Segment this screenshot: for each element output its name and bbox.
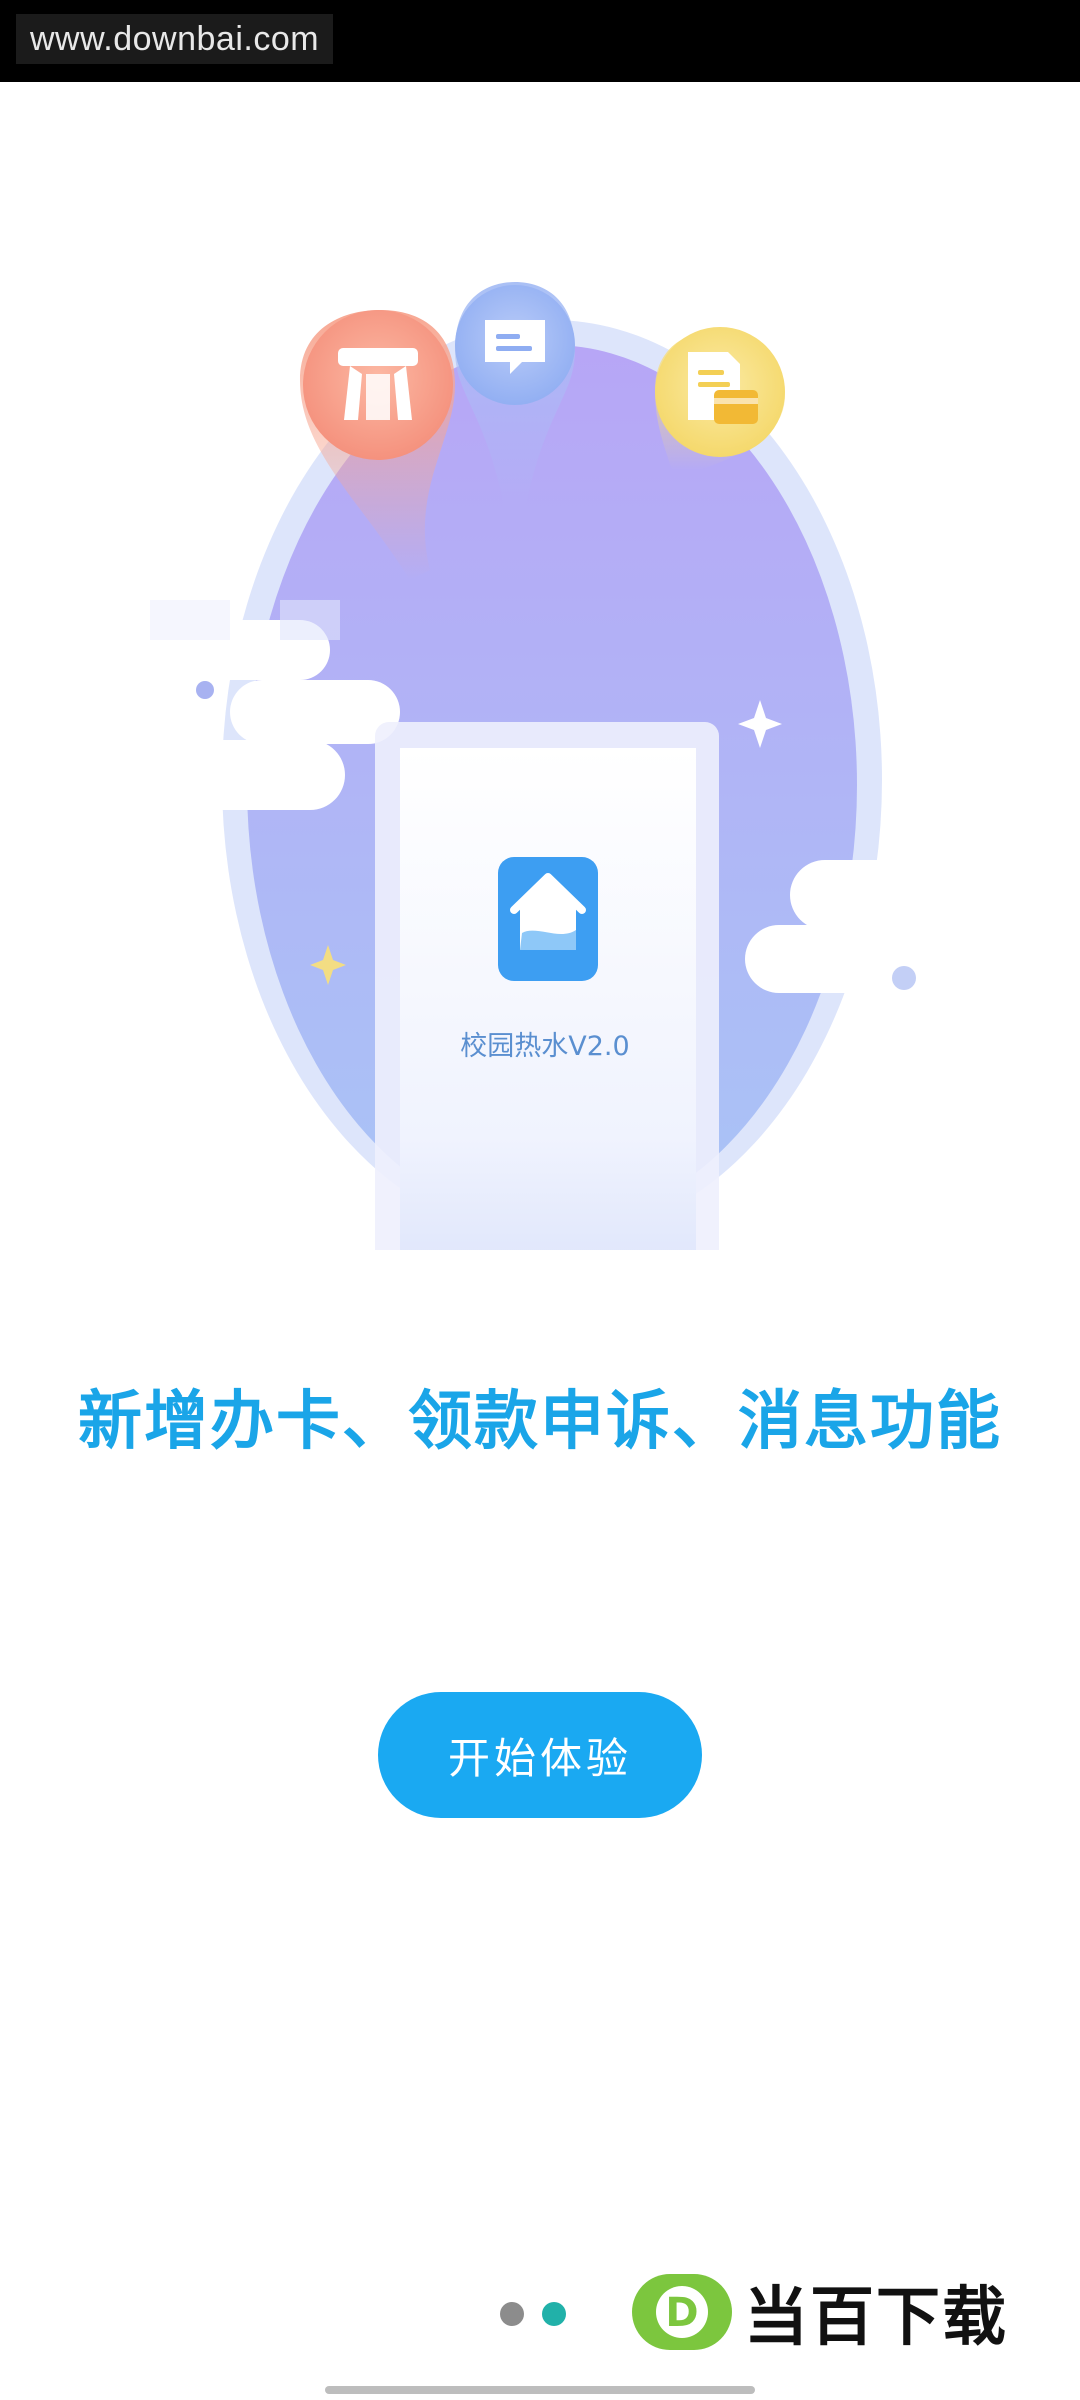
feature-headline: 新增办卡、领款申诉、消息功能	[78, 1385, 1002, 1459]
watermark-url: www.downbai.com	[16, 14, 334, 64]
page-dot-1[interactable]	[500, 2302, 524, 2326]
phone-screen	[400, 748, 696, 1250]
hero-illustration	[0, 270, 1080, 1250]
app-name-label: 校园热水V2.0	[460, 1031, 630, 1062]
page-dot-2-active[interactable]	[542, 2302, 566, 2326]
page-indicator	[500, 2302, 566, 2326]
brand-name: 当百下载	[744, 2281, 1008, 2355]
svg-text:D: D	[665, 2290, 698, 2336]
intro-screen: www.downbai.com 校园热水V2.0 新增办卡、领款申诉、消息功能 …	[0, 0, 1080, 2400]
start-experience-button[interactable]: 开始体验	[378, 1692, 702, 1818]
dot-left	[196, 681, 214, 699]
card-icon	[338, 348, 418, 420]
house-icon	[498, 857, 598, 981]
watermark-brand: D 当百下载	[632, 2262, 1008, 2362]
dot-right	[892, 966, 916, 990]
top-bar: www.downbai.com	[0, 0, 1080, 82]
home-indicator[interactable]	[325, 2386, 755, 2394]
brand-logo-icon: D	[632, 2274, 732, 2350]
